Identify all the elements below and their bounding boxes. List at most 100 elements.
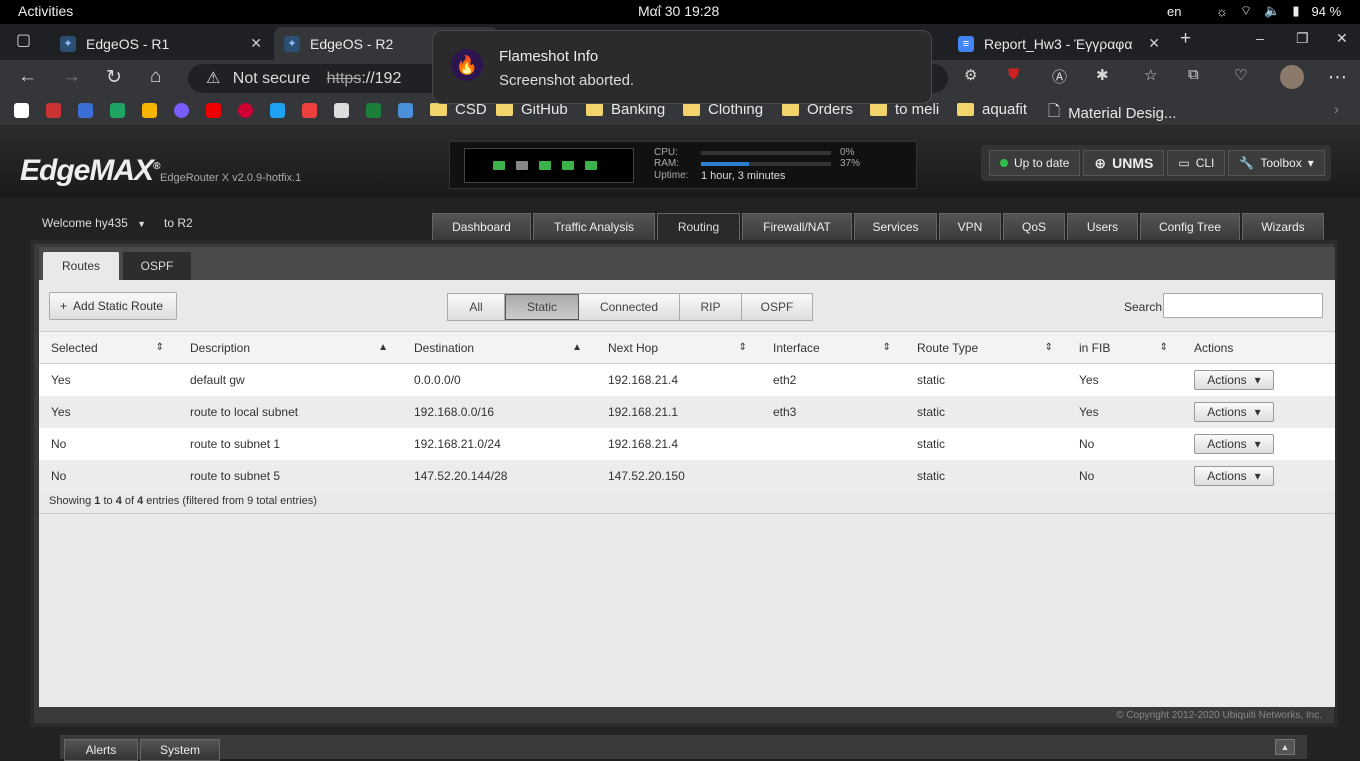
actions-button[interactable]: Actions ▾ — [1194, 369, 1274, 390]
col-interface[interactable]: Interface ⇕ — [761, 331, 905, 364]
bookmark-x-icon[interactable] — [366, 103, 381, 118]
expand-up-icon[interactable]: ▲ — [1275, 739, 1295, 755]
col-next-hop[interactable]: Next Hop ⇕ — [596, 331, 761, 364]
tab-services[interactable]: Services — [854, 213, 937, 240]
menu-icon[interactable]: ⋯ — [1328, 66, 1347, 89]
drive-icon[interactable] — [110, 103, 125, 118]
calendar-icon[interactable] — [78, 103, 93, 118]
bookmark-home-icon[interactable] — [398, 103, 413, 118]
collections-icon[interactable]: ⧉ — [1188, 66, 1199, 83]
tab-system[interactable]: System — [140, 739, 220, 761]
tab-edgeos-r1[interactable]: ✦ EdgeOS - R1 ✕ — [50, 27, 272, 60]
tab-title: EdgeOS - R1 — [86, 35, 170, 52]
col-route-type[interactable]: Route Type ⇕ — [905, 331, 1067, 364]
subtab-routes[interactable]: Routes — [43, 252, 119, 280]
port-eth0-icon[interactable] — [493, 161, 505, 170]
actions-button[interactable]: Actions ▾ — [1194, 433, 1274, 454]
cell-actions: Actions ▾ — [1182, 459, 1335, 492]
ublock-icon[interactable]: ⛊ — [1008, 66, 1019, 83]
clock[interactable]: Μαΐ 30 19:28 — [638, 3, 719, 19]
col-in-fib[interactable]: in FIB ⇕ — [1067, 331, 1182, 364]
col-description[interactable]: Description ▲ — [178, 331, 402, 364]
port-eth2-icon[interactable] — [539, 161, 551, 170]
tab-alerts[interactable]: Alerts — [64, 739, 138, 761]
close-window-icon[interactable]: ✕ — [1336, 30, 1348, 47]
actions-button[interactable]: Actions ▾ — [1194, 401, 1274, 422]
col-actions: Actions — [1182, 331, 1335, 364]
cell-interface — [761, 459, 905, 492]
filter-rip[interactable]: RIP — [680, 294, 742, 320]
extension-icon[interactable]: ⚙ — [964, 66, 977, 84]
favorites-icon[interactable]: ☆ — [1144, 66, 1157, 84]
google-icon[interactable] — [14, 103, 29, 118]
notification-toast[interactable]: 🔥 Flameshot Info Screenshot aborted. — [432, 30, 932, 104]
gmail-icon[interactable] — [46, 103, 61, 118]
actions-button[interactable]: Actions ▾ — [1194, 465, 1274, 486]
home-icon[interactable]: ⌂ — [150, 66, 161, 88]
bookmark-red-icon[interactable] — [238, 103, 253, 118]
back-icon[interactable]: ← — [18, 66, 37, 88]
toolbox-button[interactable]: 🔧 Toolbox ▾ — [1228, 150, 1325, 176]
port-eth4-icon[interactable] — [585, 161, 597, 170]
keyboard-language[interactable]: en — [1167, 4, 1181, 19]
twitter-icon[interactable] — [270, 103, 285, 118]
extension-ac-icon[interactable]: Ⓐ — [1052, 66, 1067, 87]
close-tab-icon[interactable]: ✕ — [250, 35, 262, 52]
table-row[interactable]: Yes route to local subnet 192.168.0.0/16… — [39, 395, 1335, 428]
cell-next-hop: 147.52.20.150 — [596, 459, 761, 492]
tab-vpn[interactable]: VPN — [939, 213, 1001, 240]
tab-firewall-nat[interactable]: Firewall/NAT — [742, 213, 852, 240]
bookmarks-overflow-icon[interactable]: › — [1334, 101, 1339, 118]
bookmark-folder-aquafit[interactable]: aquafit — [957, 101, 1027, 118]
col-destination[interactable]: Destination ▲ — [402, 331, 596, 364]
tab-search-icon[interactable]: ▢ — [16, 30, 31, 50]
close-tab-icon[interactable]: ✕ — [1148, 35, 1160, 52]
table-row[interactable]: No route to subnet 5 147.52.20.144/28 14… — [39, 459, 1335, 492]
tab-routing[interactable]: Routing — [657, 213, 740, 240]
port-eth3-icon[interactable] — [562, 161, 574, 170]
tab-config-tree[interactable]: Config Tree — [1140, 213, 1240, 240]
table-row[interactable]: No route to subnet 1 192.168.21.0/24 192… — [39, 427, 1335, 460]
photos-icon[interactable] — [142, 103, 157, 118]
search-input[interactable] — [1163, 293, 1323, 318]
toast-message: Screenshot aborted. — [499, 72, 635, 89]
filter-all[interactable]: All — [448, 294, 505, 320]
tab-traffic-analysis[interactable]: Traffic Analysis — [533, 213, 655, 240]
volume-icon: 🔈 — [1264, 3, 1281, 18]
filter-connected[interactable]: Connected — [579, 294, 680, 320]
maximize-icon[interactable]: ❐ — [1296, 30, 1309, 47]
table-row[interactable]: Yes default gw 0.0.0.0/0 192.168.21.4 et… — [39, 363, 1335, 396]
new-tab-icon[interactable]: + — [1180, 28, 1191, 50]
minimize-icon[interactable]: – — [1256, 30, 1264, 46]
filter-static[interactable]: Static — [505, 294, 579, 320]
tab-qos[interactable]: QoS — [1003, 213, 1065, 240]
unms-button[interactable]: ⊕ UNMS — [1083, 150, 1165, 176]
add-static-route-button[interactable]: + Add Static Route — [49, 292, 177, 320]
system-top-bar: Activities Μαΐ 30 19:28 en ☼ ⌔ 🔈 ▮ 94 % — [0, 0, 1360, 24]
forward-icon[interactable]: → — [62, 66, 81, 88]
col-selected[interactable]: Selected ⇕ — [39, 331, 178, 364]
cell-in-fib: No — [1067, 427, 1182, 460]
pocket-icon[interactable] — [302, 103, 317, 118]
tab-wizards[interactable]: Wizards — [1242, 213, 1324, 240]
youtube-icon[interactable] — [206, 103, 221, 118]
tab-report[interactable]: ≡ Report_Hw3 - Έγγραφα ✕ — [948, 27, 1170, 60]
bookmark-material-design[interactable]: 🗋 Material Desig... — [1048, 101, 1176, 126]
messenger-icon[interactable] — [174, 103, 189, 118]
health-icon[interactable]: ♡ — [1234, 66, 1247, 84]
tab-users[interactable]: Users — [1067, 213, 1138, 240]
filter-ospf[interactable]: OSPF — [742, 294, 812, 320]
activities-button[interactable]: Activities — [18, 3, 73, 19]
extensions-icon[interactable]: ✱ — [1096, 66, 1109, 84]
bookmark-white-icon[interactable] — [334, 103, 349, 118]
system-tray[interactable]: ☼ ⌔ 🔈 ▮ 94 % — [1216, 3, 1341, 19]
user-menu[interactable]: Welcome hy435 ▼ — [42, 216, 146, 230]
terminal-icon: ▭ — [1178, 156, 1190, 170]
port-eth1-icon[interactable] — [516, 161, 528, 170]
update-status-button[interactable]: Up to date — [989, 150, 1081, 176]
profile-avatar[interactable] — [1280, 65, 1304, 89]
subtab-ospf[interactable]: OSPF — [123, 252, 191, 280]
reload-icon[interactable]: ↻ — [106, 66, 122, 89]
cli-button[interactable]: ▭ CLI — [1167, 150, 1226, 176]
tab-dashboard[interactable]: Dashboard — [432, 213, 531, 240]
